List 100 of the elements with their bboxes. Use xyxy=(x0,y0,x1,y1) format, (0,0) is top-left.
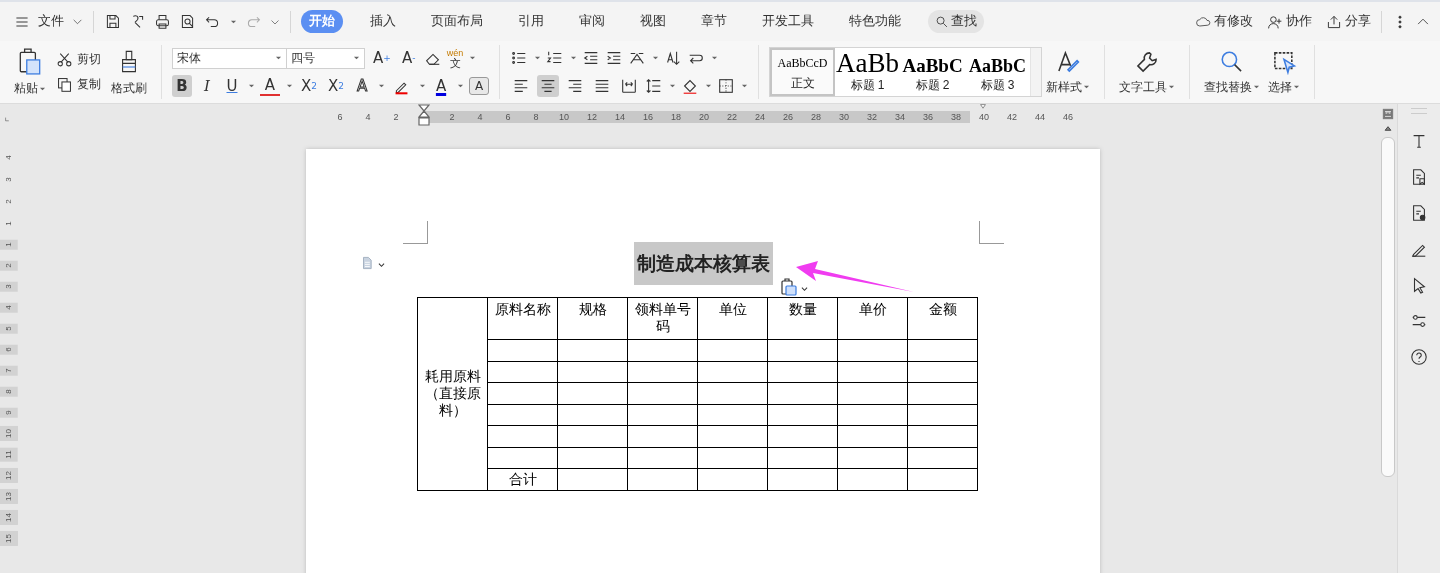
style-preset[interactable]: AaBbCcD 正文 xyxy=(770,48,836,96)
gallery-scrollbar[interactable] xyxy=(1030,48,1042,96)
column-header: 原料名称 xyxy=(487,297,558,340)
print-preview-icon[interactable] xyxy=(179,13,196,30)
paste-options-icon[interactable] xyxy=(779,277,799,297)
scrollbar-thumb[interactable] xyxy=(1381,137,1395,477)
font-color-button[interactable]: A xyxy=(431,75,452,97)
ribbon-tab[interactable]: 章节 xyxy=(693,10,735,33)
ribbon-tab[interactable]: 插入 xyxy=(362,10,404,33)
caret-icon[interactable] xyxy=(378,262,385,268)
file-menu[interactable]: 文件 xyxy=(38,13,64,30)
search-button[interactable]: 查找 xyxy=(928,10,984,33)
shrink-font-button[interactable]: A$^{-}$ xyxy=(398,47,419,69)
ruler-number: 8 xyxy=(0,386,18,397)
action-label[interactable]: 有修改 xyxy=(1214,13,1253,30)
cut-button[interactable]: 剪切 xyxy=(77,51,101,68)
column-header: 数量 xyxy=(767,297,838,340)
new-style-button[interactable]: 新样式 xyxy=(1046,78,1083,96)
ruler-number: 9 xyxy=(0,407,18,418)
style-preset[interactable]: AaBb 标题 1 xyxy=(835,48,901,96)
caret-icon[interactable] xyxy=(652,55,660,61)
caret-icon[interactable] xyxy=(570,55,578,61)
ruler-number: 38 xyxy=(942,111,970,123)
bold-button[interactable]: B xyxy=(172,75,192,97)
caret-icon[interactable] xyxy=(801,286,808,292)
ruler-number: 2 xyxy=(438,111,466,123)
char-shading-button[interactable]: A xyxy=(469,77,490,95)
caret-icon[interactable] xyxy=(378,83,386,89)
copy-icon[interactable] xyxy=(56,76,73,93)
caret-icon[interactable] xyxy=(711,55,719,61)
ruler-number: 10 xyxy=(0,426,18,441)
sliders-icon[interactable] xyxy=(1410,312,1428,330)
caret-icon[interactable] xyxy=(669,83,677,89)
caret-icon[interactable] xyxy=(230,18,237,25)
font-size-field[interactable]: 四号 xyxy=(286,47,365,69)
ruler-number: 2 xyxy=(0,260,18,271)
caret-icon[interactable] xyxy=(1168,84,1176,90)
ribbon-tab[interactable]: 特色功能 xyxy=(841,10,909,33)
underline-button[interactable]: U xyxy=(222,75,242,97)
indent-marker-icon[interactable] xyxy=(418,104,430,126)
caret-icon[interactable] xyxy=(534,55,542,61)
ruler-number: 14 xyxy=(606,111,634,123)
ruler-number: 13 xyxy=(0,489,18,504)
style-preset[interactable]: AaBbC 标题 2 xyxy=(900,48,966,96)
paste-icon[interactable] xyxy=(17,47,43,75)
format-painter-button[interactable]: 格式刷 xyxy=(111,79,147,97)
document-title: 制造成本核算表 xyxy=(633,242,773,285)
caret-icon[interactable] xyxy=(705,83,713,89)
document-settings-icon[interactable] xyxy=(1410,204,1428,222)
ruler-number: 5 xyxy=(0,323,18,334)
document-bookmark-icon[interactable] xyxy=(1410,168,1428,186)
strikethrough-button[interactable]: A xyxy=(260,76,280,96)
paste-button[interactable]: 粘贴 xyxy=(14,80,38,97)
ribbon-tab[interactable]: 页面布局 xyxy=(423,10,491,33)
superscript-button[interactable]: X$^{2}$ xyxy=(298,75,320,97)
caret-icon[interactable] xyxy=(1253,84,1261,90)
caret-icon[interactable] xyxy=(1293,84,1301,90)
caret-icon[interactable] xyxy=(39,85,46,92)
ribbon-tab[interactable]: 开发工具 xyxy=(754,10,822,33)
pen-letter-icon[interactable] xyxy=(1055,48,1082,75)
align-center-button[interactable] xyxy=(537,75,560,97)
caret-icon[interactable] xyxy=(419,83,427,89)
add-user-icon[interactable] xyxy=(1267,13,1283,30)
action-label[interactable]: 协作 xyxy=(1286,13,1312,30)
save-icon[interactable] xyxy=(104,13,121,30)
text-effect-button[interactable]: A xyxy=(352,75,373,97)
select-button[interactable]: 选择 xyxy=(1268,78,1293,96)
print-icon[interactable] xyxy=(154,13,171,30)
caret-icon[interactable] xyxy=(286,83,293,89)
help-icon[interactable] xyxy=(1410,348,1428,366)
ribbon-tab[interactable]: 视图 xyxy=(632,10,674,33)
caret-icon xyxy=(353,55,360,61)
ruler-number: 1 xyxy=(0,239,18,250)
ruler-number: 22 xyxy=(718,111,746,123)
find-replace-button[interactable]: 查找替换 xyxy=(1204,78,1253,96)
pinyin-button[interactable]: wén 文 xyxy=(446,48,464,68)
italic-button[interactable]: I xyxy=(197,75,217,97)
ruler-number: 44 xyxy=(1034,111,1046,123)
caret-icon[interactable] xyxy=(469,55,477,61)
ruler-toggle-icon[interactable] xyxy=(1382,108,1394,120)
share-icon[interactable] xyxy=(1326,13,1342,30)
caret-icon[interactable] xyxy=(248,83,255,89)
ruler-number: 32 xyxy=(858,111,886,123)
font-name-field[interactable]: 宋体 xyxy=(172,47,287,69)
scroll-up-button[interactable] xyxy=(1384,124,1392,133)
caret-icon[interactable] xyxy=(1083,84,1091,90)
ruler-number: 4 xyxy=(466,111,494,123)
ribbon-tab[interactable]: 审阅 xyxy=(571,10,613,33)
copy-button[interactable]: 复制 xyxy=(77,76,101,93)
panel-grip[interactable] xyxy=(1411,108,1427,114)
scissors-icon[interactable] xyxy=(56,51,73,68)
style-preset[interactable]: AaBbC 标题 3 xyxy=(965,48,1031,96)
ruler-number: 16 xyxy=(634,111,662,123)
caret-icon[interactable] xyxy=(457,83,465,89)
caret-icon[interactable] xyxy=(741,83,749,89)
borders-icon[interactable] xyxy=(717,77,736,95)
action-label[interactable]: 分享 xyxy=(1345,13,1371,30)
ribbon-tab[interactable]: 引用 xyxy=(510,10,552,33)
text-tools-button[interactable]: 文字工具 xyxy=(1119,78,1168,96)
grow-font-button[interactable]: A$^{+}$ xyxy=(370,47,394,69)
